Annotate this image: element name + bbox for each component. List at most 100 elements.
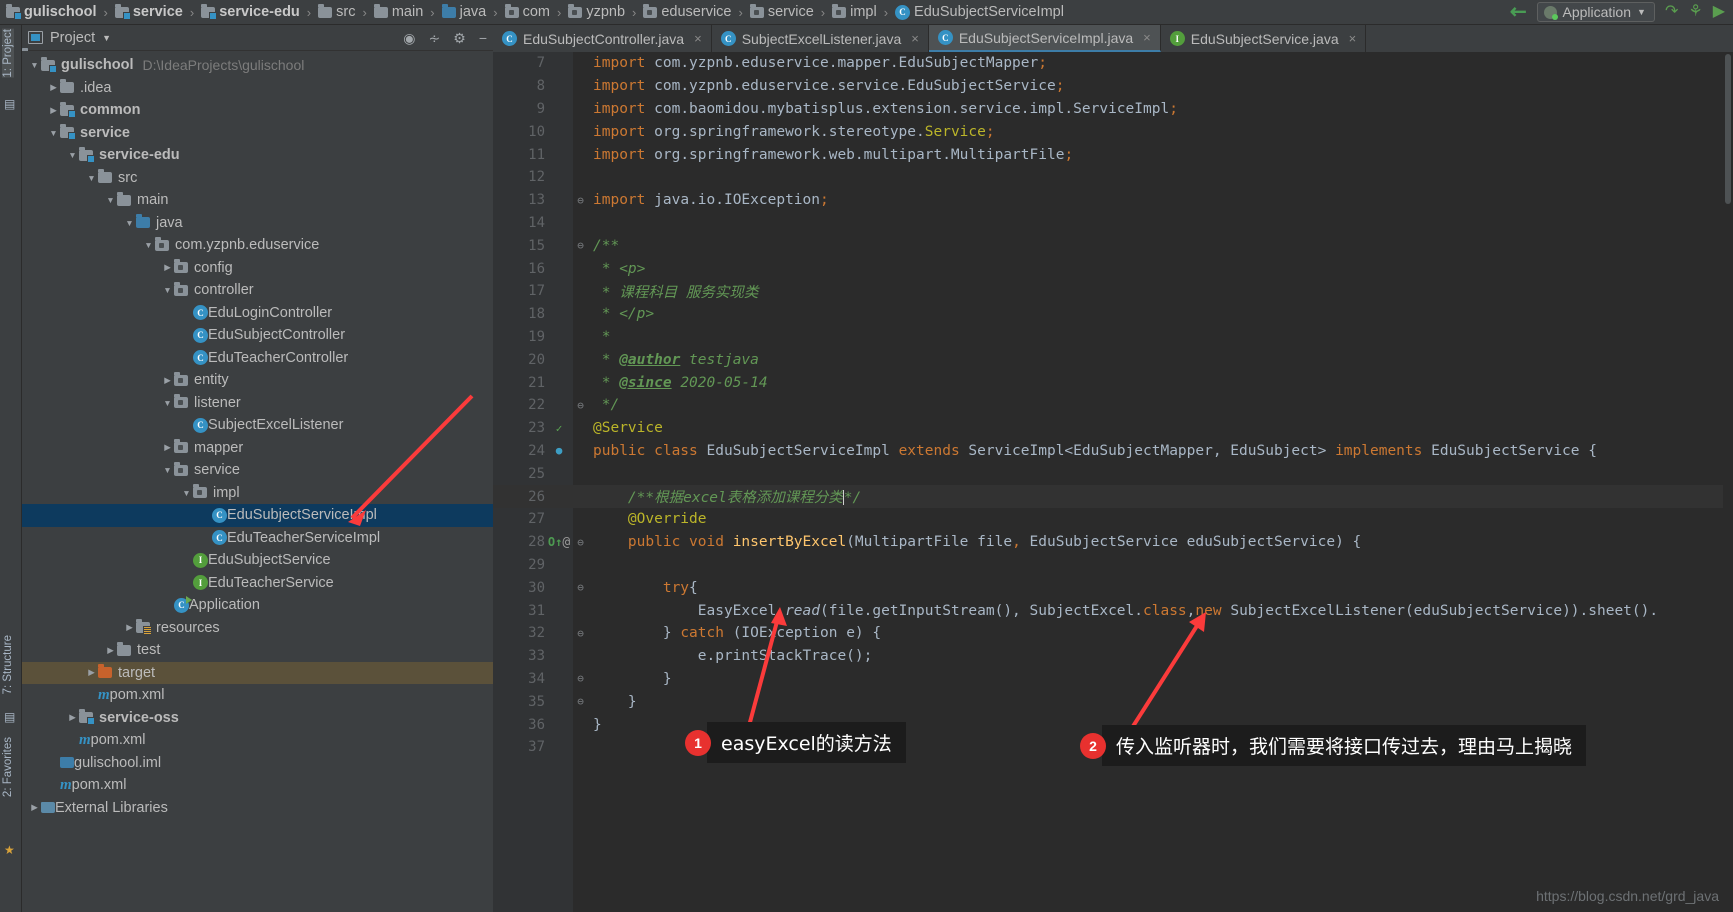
tree-node-pom.xml[interactable]: ▶mpom.xml (22, 774, 493, 797)
code-lines[interactable]: 7 import com.yzpnb.eduservice.mapper.EduS… (493, 52, 1733, 912)
tree-node-service[interactable]: ▼ service (22, 122, 493, 145)
breadcrumb-item-eduservice[interactable]: eduservice (643, 4, 731, 20)
tab-edusubjectserviceimpl-java[interactable]: C EduSubjectServiceImpl.java × (928, 25, 1161, 52)
chevron-down-icon[interactable]: ▼ (28, 60, 41, 70)
code-line[interactable]: 24 ● public class EduSubjectServiceImpl ex… (493, 440, 1733, 463)
breadcrumb-item-service[interactable]: service (114, 4, 183, 20)
code-line[interactable]: 21 * @since 2020-05-14 (493, 371, 1733, 394)
chevron-down-icon[interactable]: ▼ (102, 33, 111, 43)
override-gutter-icon[interactable]: Ο↑@ (545, 535, 573, 550)
code-fold-toggle[interactable]: ⊖ (573, 695, 588, 708)
tree-node-.idea[interactable]: ▶ .idea (22, 77, 493, 100)
tree-node-eduteachercontroller[interactable]: ▶CEduTeacherController (22, 347, 493, 370)
chevron-right-icon[interactable]: ▶ (47, 105, 60, 116)
close-icon[interactable]: × (911, 31, 919, 46)
code-fold-toggle[interactable]: ⊖ (573, 581, 588, 594)
code-line[interactable]: 12 (493, 166, 1733, 189)
tab-edusubjectservice-java[interactable]: I EduSubjectService.java × (1161, 25, 1367, 52)
tree-node-target[interactable]: ▶ target (22, 661, 493, 684)
breadcrumb-item-service[interactable]: service (749, 4, 814, 20)
code-line[interactable]: 30 ⊖ try{ (493, 576, 1733, 599)
tree-node-entity[interactable]: ▶ entity (22, 369, 493, 392)
code-line[interactable]: 37 (493, 736, 1733, 759)
code-editor[interactable]: 7 import com.yzpnb.eduservice.mapper.EduS… (493, 52, 1733, 912)
tree-node-service-oss[interactable]: ▶ service-oss (22, 707, 493, 730)
breadcrumb-item-service-edu[interactable]: service-edu (201, 4, 300, 20)
code-line[interactable]: 35 ⊖ } (493, 690, 1733, 713)
tree-node-eduteacherserviceimpl[interactable]: ▶CEduTeacherServiceImpl (22, 527, 493, 550)
code-fold-toggle[interactable]: ⊖ (573, 194, 588, 207)
tab-subjectexcellistener-java[interactable]: C SubjectExcelListener.java × (712, 25, 929, 52)
code-line[interactable]: 18 * </p> (493, 303, 1733, 326)
breadcrumb-item-com[interactable]: com (504, 4, 550, 20)
tree-node-src[interactable]: ▼ src (22, 167, 493, 190)
sidebar-item-project[interactable]: 1: Project (2, 29, 14, 78)
tree-node-edusubjectservice[interactable]: ▶IEduSubjectService (22, 549, 493, 572)
code-line[interactable]: 34 ⊖ } (493, 668, 1733, 691)
tree-node-resources[interactable]: ▶ resources (22, 617, 493, 640)
chevron-right-icon[interactable]: ▶ (104, 645, 117, 656)
tree-node-edulogincontroller[interactable]: ▶CEduLoginController (22, 302, 493, 325)
structure-small-icon[interactable]: ▤ (4, 97, 15, 111)
close-icon[interactable]: × (694, 31, 702, 46)
editor-vertical-scrollbar[interactable] (1723, 52, 1733, 912)
code-line[interactable]: 26 /**根据excel表格添加课程分类*/ (493, 485, 1733, 508)
tree-node-test[interactable]: ▶ test (22, 639, 493, 662)
breadcrumb-item-main[interactable]: main (373, 4, 423, 20)
settings-gear-icon[interactable]: ⚙ (453, 31, 466, 45)
chevron-down-icon[interactable]: ▼ (123, 218, 136, 228)
chevron-right-icon[interactable]: ▶ (85, 667, 98, 678)
code-line[interactable]: 20 * @author testjava (493, 348, 1733, 371)
tree-node-edusubjectserviceimpl[interactable]: ▶CEduSubjectServiceImpl (22, 504, 493, 527)
close-icon[interactable]: × (1143, 30, 1151, 45)
code-fold-toggle[interactable]: ⊖ (573, 627, 588, 640)
tree-node-application[interactable]: ▶CApplication (22, 594, 493, 617)
tree-node-controller[interactable]: ▼ controller (22, 279, 493, 302)
tree-node-gulischool[interactable]: ▼ gulischool D:\IdeaProjects\gulischool (22, 54, 493, 77)
code-line[interactable]: 11 import org.springframework.web.multipa… (493, 143, 1733, 166)
locate-icon[interactable]: ◉ (403, 31, 415, 45)
tree-node-service-edu[interactable]: ▼ service-edu (22, 144, 493, 167)
code-line[interactable]: 31 EasyExcel.read(file.getInputStream(),… (493, 599, 1733, 622)
tab-edusubjectcontroller-java[interactable]: C EduSubjectController.java × (493, 25, 712, 52)
tree-node-com.yzpnb.eduservice[interactable]: ▼ com.yzpnb.eduservice (22, 234, 493, 257)
chevron-down-icon[interactable]: ▼ (161, 285, 174, 295)
tree-node-impl[interactable]: ▼ impl (22, 482, 493, 505)
tree-node-external-libraries[interactable]: ▶ External Libraries (22, 797, 493, 820)
tree-node-config[interactable]: ▶ config (22, 257, 493, 280)
debug-icon[interactable]: ⚘ (1688, 4, 1702, 20)
code-line[interactable]: 8 import com.yzpnb.eduservice.service.Edu… (493, 75, 1733, 98)
breadcrumb-item-impl[interactable]: impl (832, 4, 877, 20)
code-line[interactable]: 9 import com.baomidou.mybatisplus.extensi… (493, 98, 1733, 121)
code-line[interactable]: 36} (493, 713, 1733, 736)
chevron-right-icon[interactable]: ▶ (161, 375, 174, 386)
tree-node-mapper[interactable]: ▶ mapper (22, 437, 493, 460)
tree-node-eduteacherservice[interactable]: ▶IEduTeacherService (22, 572, 493, 595)
chevron-right-icon[interactable]: ▶ (28, 802, 41, 813)
breadcrumb-item-java[interactable]: java (441, 4, 486, 20)
spring-class-gutter-icon[interactable]: ● (545, 444, 573, 457)
tree-node-pom.xml[interactable]: ▶mpom.xml (22, 684, 493, 707)
code-line[interactable]: 13 ⊖ import java.io.IOException; (493, 189, 1733, 212)
code-fold-toggle[interactable]: ⊖ (573, 536, 588, 549)
chevron-right-icon[interactable]: ▶ (47, 82, 60, 93)
tree-node-main[interactable]: ▼ main (22, 189, 493, 212)
code-line[interactable]: 29 (493, 554, 1733, 577)
breadcrumb-item-src[interactable]: src (318, 4, 355, 20)
tree-node-edusubjectcontroller[interactable]: ▶CEduSubjectController (22, 324, 493, 347)
bookmark-icon[interactable]: ▤ (4, 710, 15, 724)
close-icon[interactable]: × (1349, 31, 1357, 46)
code-fold-toggle[interactable]: ⊖ (573, 399, 588, 412)
chevron-down-icon[interactable]: ▼ (104, 195, 117, 205)
tree-node-subjectexcellistener[interactable]: ▶CSubjectExcelListener (22, 414, 493, 437)
code-fold-toggle[interactable]: ⊖ (573, 239, 588, 252)
code-line[interactable]: 19 * (493, 326, 1733, 349)
chevron-down-icon[interactable]: ▼ (161, 465, 174, 475)
chevron-down-icon[interactable]: ▼ (85, 173, 98, 183)
breadcrumb-item-edusubjectserviceimpl[interactable]: C EduSubjectServiceImpl (895, 4, 1064, 20)
chevron-right-icon[interactable]: ▶ (66, 712, 79, 723)
code-line[interactable]: 32 ⊖ } catch (IOException e) { (493, 622, 1733, 645)
tree-node-pom.xml[interactable]: ▶mpom.xml (22, 729, 493, 752)
tree-node-service[interactable]: ▼ service (22, 459, 493, 482)
chevron-down-icon[interactable]: ▼ (180, 488, 193, 498)
